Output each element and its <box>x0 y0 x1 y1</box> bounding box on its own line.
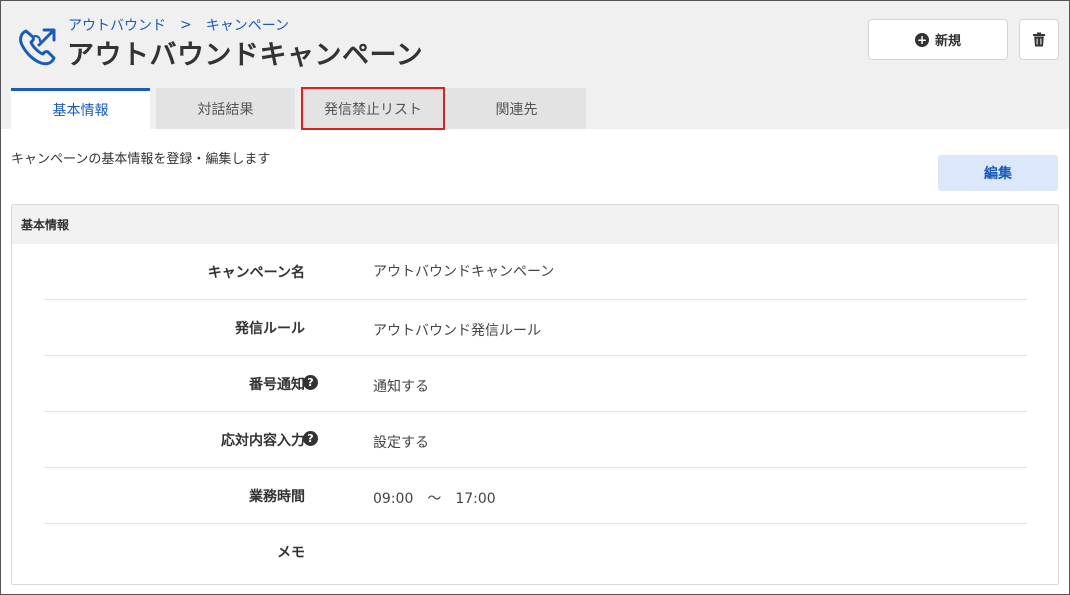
basic-info-panel: 基本情報 キャンペーン名 アウトバウンドキャンペーン 発信ルール アウトバウンド… <box>11 204 1059 585</box>
breadcrumb-separator: > <box>180 17 192 33</box>
field-row-business-hours: 業務時間 09:00 ～ 17:00 <box>44 468 1027 524</box>
field-value: 09:00 ～ 17:00 <box>373 491 496 507</box>
field-label: 応対内容入力 <box>221 433 305 449</box>
field-row-number-notification: 番号通知 ? 通知する <box>44 356 1027 412</box>
field-row-memo: メモ <box>44 524 1027 580</box>
panel-title: 基本情報 <box>12 205 1058 244</box>
field-row-call-rule: 発信ルール アウトバウンド発信ルール <box>44 300 1027 356</box>
breadcrumb-parent-link[interactable]: アウトバウンド <box>68 15 166 35</box>
field-value: アウトバウンド発信ルール <box>373 323 541 339</box>
field-label: 発信ルール <box>235 321 305 337</box>
outbound-call-icon <box>19 28 56 66</box>
trash-icon <box>1033 32 1045 47</box>
field-row-campaign-name: キャンペーン名 アウトバウンドキャンペーン <box>44 244 1027 300</box>
field-value: 通知する <box>373 379 429 395</box>
tab-related[interactable]: 関連先 <box>447 88 586 129</box>
breadcrumb: アウトバウンド > キャンペーン <box>68 15 289 35</box>
tab-dialog-results[interactable]: 対話結果 <box>156 88 295 129</box>
field-row-response-input: 応対内容入力 ? 設定する <box>44 412 1027 468</box>
tab-basic-info[interactable]: 基本情報 <box>11 88 150 129</box>
tab-do-not-call-list[interactable]: 発信禁止リスト <box>301 87 445 130</box>
page-title: アウトバウンドキャンペーン <box>67 40 424 71</box>
new-button-label: 新規 <box>934 34 961 49</box>
field-value: 設定する <box>373 435 429 451</box>
edit-button[interactable]: 編集 <box>938 155 1058 191</box>
field-label: メモ <box>277 545 305 561</box>
field-label: 番号通知 <box>249 377 305 393</box>
page-description: キャンペーンの基本情報を登録・編集します <box>11 152 271 167</box>
delete-button[interactable] <box>1019 19 1059 60</box>
field-label: 業務時間 <box>249 489 305 505</box>
plus-circle-icon: + <box>914 32 929 47</box>
new-button[interactable]: + 新規 <box>868 19 1008 60</box>
breadcrumb-current-link[interactable]: キャンペーン <box>206 15 289 35</box>
help-icon[interactable]: ? <box>303 375 318 390</box>
field-label: キャンペーン名 <box>207 265 305 281</box>
field-value: アウトバウンドキャンペーン <box>373 264 555 280</box>
help-icon[interactable]: ? <box>303 431 318 446</box>
